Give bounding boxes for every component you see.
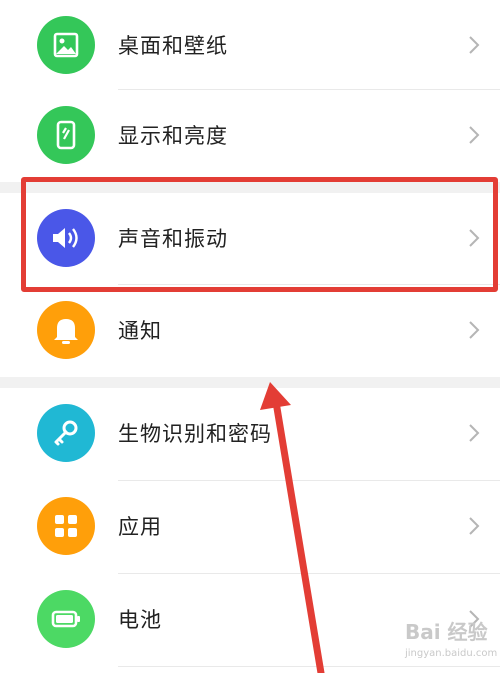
- baidu-jingyan-watermark: Bai 经验 jingyan.baidu.com: [385, 610, 500, 670]
- annotation-arrow: [260, 382, 325, 673]
- watermark-logo: Bai 经验: [405, 620, 488, 644]
- watermark-url: jingyan.baidu.com: [405, 648, 498, 659]
